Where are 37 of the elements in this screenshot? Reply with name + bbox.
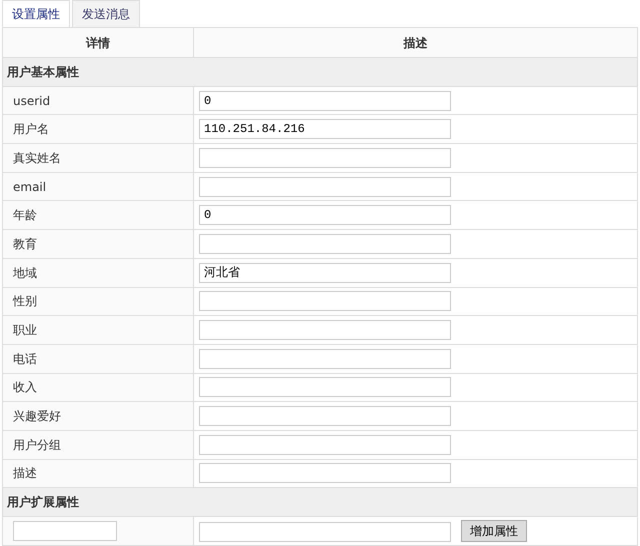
input-field[interactable]: 河北省 <box>199 262 451 283</box>
tab[interactable]: 发送消息 <box>72 0 140 27</box>
field-label: 职业 <box>2 316 194 344</box>
input-field[interactable]: 110.251.84.216 <box>199 119 451 140</box>
field-label: userid <box>2 86 194 115</box>
column-header: 详情 <box>2 28 194 58</box>
input-field[interactable]: 0 <box>199 205 451 226</box>
add-attribute-button[interactable]: 增加属性 <box>461 520 527 542</box>
input-field[interactable] <box>199 463 451 484</box>
section-heading: 用户基本属性 <box>2 58 638 86</box>
field-label: 年龄 <box>2 200 194 230</box>
input-field[interactable] <box>199 176 451 197</box>
input-field[interactable] <box>199 348 451 369</box>
input-field[interactable] <box>199 377 451 398</box>
input-field[interactable] <box>199 434 451 455</box>
field-label: 兴趣爱好 <box>2 402 194 430</box>
input-field[interactable] <box>199 320 451 340</box>
column-header: 描述 <box>194 28 638 58</box>
field-label: 收入 <box>2 373 194 402</box>
input-field[interactable] <box>13 520 117 541</box>
field-label: 描述 <box>2 459 194 488</box>
tab[interactable]: 设置属性 <box>2 0 70 27</box>
input-field[interactable] <box>199 406 451 426</box>
field-label: 用户名 <box>2 114 194 144</box>
field-label: email <box>2 172 194 201</box>
field-label: 真实姓名 <box>2 144 194 172</box>
field-label: 性别 <box>2 287 194 316</box>
field-label: 教育 <box>2 230 194 258</box>
field-label: 地域 <box>2 258 194 287</box>
input-field[interactable] <box>199 148 451 168</box>
field-label: 电话 <box>2 344 194 374</box>
input-field[interactable] <box>199 234 451 254</box>
field-label: 用户分组 <box>2 430 194 460</box>
input-field[interactable] <box>199 291 451 312</box>
input-field[interactable]: 0 <box>199 90 451 111</box>
section-heading: 用户扩展属性 <box>2 488 638 516</box>
input-field[interactable] <box>199 522 451 542</box>
